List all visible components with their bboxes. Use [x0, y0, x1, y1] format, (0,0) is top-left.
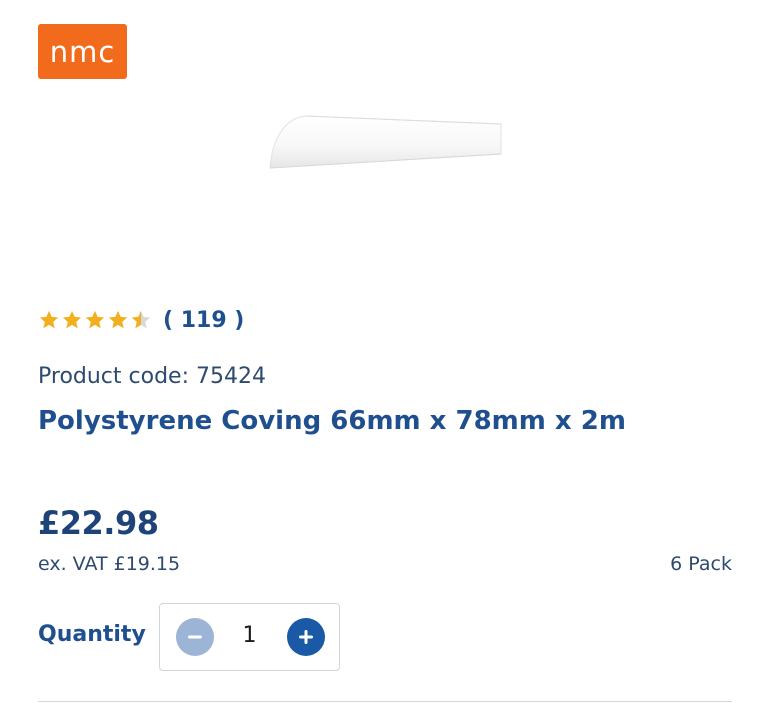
star-full-icon — [108, 310, 128, 329]
star-full-icon — [39, 310, 59, 329]
review-count[interactable]: ( 119 ) — [163, 308, 244, 333]
brand-logo[interactable]: nmc — [38, 24, 127, 79]
price-ex-vat: ex. VAT £19.15 — [38, 553, 181, 575]
pack-size: 6 Pack — [670, 553, 732, 575]
star-half-icon — [131, 310, 151, 329]
increase-quantity-button[interactable] — [287, 618, 325, 656]
product-rating[interactable]: ( 119 ) — [38, 306, 244, 334]
product-title: Polystyrene Coving 66mm x 78mm x 2m — [38, 406, 626, 436]
product-price: £22.98 — [38, 504, 159, 542]
divider — [38, 701, 732, 702]
quantity-stepper: 1 — [159, 603, 340, 671]
product-image — [269, 115, 502, 169]
product-code: Product code: 75424 — [38, 364, 266, 389]
rating-stars — [38, 309, 153, 331]
star-full-icon — [85, 310, 105, 329]
star-full-icon — [62, 310, 82, 329]
quantity-label: Quantity — [38, 622, 146, 647]
plus-icon — [299, 630, 313, 644]
